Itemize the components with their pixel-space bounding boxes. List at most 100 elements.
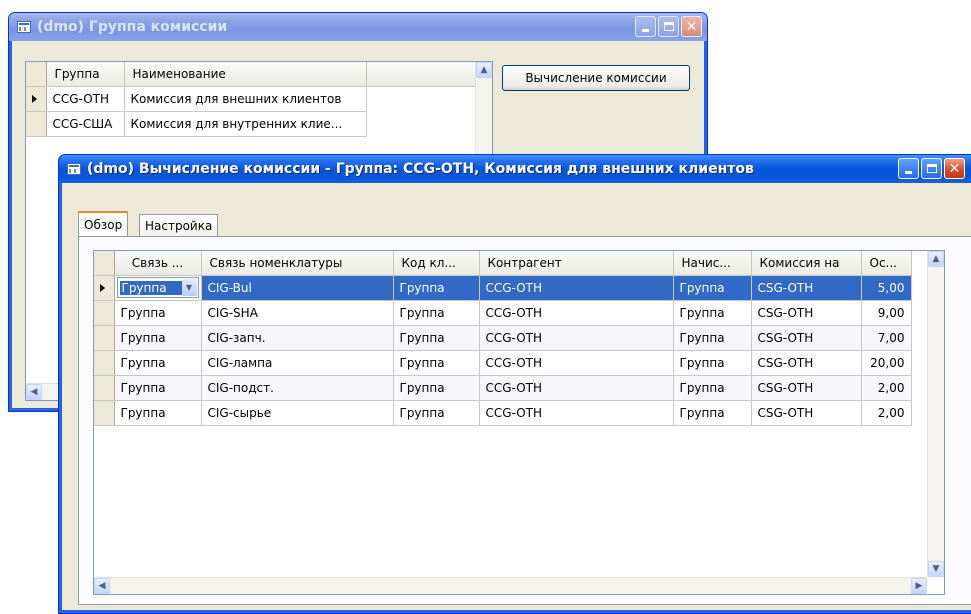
- maximize-button[interactable]: [921, 158, 942, 179]
- column-header-accrual[interactable]: Начис...: [673, 251, 752, 276]
- cell-customer-code[interactable]: Группа: [393, 350, 480, 376]
- cell-customer-code[interactable]: Группа: [393, 325, 480, 351]
- cell-counterparty[interactable]: CCG-OTH: [479, 350, 674, 376]
- cell-value[interactable]: 9,00: [861, 300, 912, 326]
- column-header-commission-on[interactable]: Комиссия на: [751, 251, 862, 276]
- minimize-icon: [905, 171, 912, 174]
- maximize-button[interactable]: [658, 16, 679, 37]
- close-button[interactable]: ✕: [681, 16, 702, 37]
- table-row[interactable]: Группа CIG-запч. Группа CCG-OTH Группа C…: [94, 325, 912, 351]
- cell-accrual[interactable]: Группа: [673, 275, 752, 301]
- table-row[interactable]: Группа ▼ CIG-Bul Группа CCG-OTH Группа C…: [94, 275, 912, 301]
- row-selector[interactable]: [94, 350, 115, 376]
- minimize-icon: [642, 29, 649, 32]
- scroll-left-button[interactable]: ◀: [26, 384, 42, 400]
- cell-value[interactable]: 5,00: [861, 275, 912, 301]
- row-selector[interactable]: [26, 111, 47, 137]
- column-header-value[interactable]: Ос...: [861, 251, 912, 276]
- row-selector[interactable]: [94, 325, 115, 351]
- table-row[interactable]: Группа CIG-подст. Группа CCG-OTH Группа …: [94, 375, 912, 401]
- table-row[interactable]: Группа CIG-лампа Группа CCG-OTH Группа C…: [94, 350, 912, 376]
- table-row[interactable]: Группа CIG-сырье Группа CCG-OTH Группа C…: [94, 400, 912, 426]
- cell-link-combo[interactable]: Группа ▼: [114, 275, 202, 301]
- cell-counterparty[interactable]: CCG-OTH: [479, 300, 674, 326]
- row-selector[interactable]: [94, 275, 115, 301]
- cell-item-link[interactable]: CIG-сырье: [201, 400, 394, 426]
- column-header-counterparty[interactable]: Контрагент: [479, 251, 674, 276]
- row-selector[interactable]: [94, 375, 115, 401]
- scroll-left-button[interactable]: ◀: [94, 578, 110, 594]
- cell-commission-on[interactable]: CSG-OTH: [751, 375, 862, 401]
- cell-value[interactable]: 2,00: [861, 400, 912, 426]
- cell-accrual[interactable]: Группа: [673, 300, 752, 326]
- window-title: (dmo) Вычисление комиссии - Группа: CCG-…: [87, 161, 754, 177]
- row-selector[interactable]: [94, 400, 115, 426]
- cell-customer-code[interactable]: Группа: [393, 400, 480, 426]
- column-header-name[interactable]: Наименование: [124, 62, 367, 87]
- link-combo-value: Группа: [119, 280, 182, 295]
- cell-value[interactable]: 2,00: [861, 375, 912, 401]
- column-header-group[interactable]: Группа: [46, 62, 125, 87]
- tab-settings[interactable]: Настройка: [139, 214, 219, 236]
- scroll-up-button[interactable]: ▲: [476, 62, 492, 78]
- close-button[interactable]: ✕: [944, 158, 965, 179]
- cell-item-link[interactable]: CIG-запч.: [201, 325, 394, 351]
- cell-commission-on[interactable]: CSG-OTH: [751, 300, 862, 326]
- cell-group[interactable]: CCG-OTH: [46, 86, 125, 112]
- commission-calculation-titlebar[interactable]: (dmo) Вычисление комиссии - Группа: CCG-…: [59, 155, 971, 183]
- cell-value[interactable]: 7,00: [861, 325, 912, 351]
- cell-commission-on[interactable]: CSG-OTH: [751, 350, 862, 376]
- table-row[interactable]: Группа CIG-SHA Группа CCG-OTH Группа CSG…: [94, 300, 912, 326]
- commission-calculation-grid[interactable]: Связь ... Связь номенклатуры Код кл... К…: [93, 250, 945, 595]
- minimize-button[interactable]: [635, 16, 656, 37]
- scroll-up-button[interactable]: ▲: [928, 251, 944, 267]
- maximize-icon: [663, 22, 674, 31]
- column-header-link[interactable]: Связь ...: [114, 251, 202, 276]
- cell-value[interactable]: 20,00: [861, 350, 912, 376]
- cell-accrual[interactable]: Группа: [673, 375, 752, 401]
- table-row[interactable]: CCG-США Комиссия для внутренних клие...: [26, 111, 476, 137]
- table-row[interactable]: CCG-OTH Комиссия для внешних клиентов: [26, 86, 476, 112]
- cell-customer-code[interactable]: Группа: [393, 375, 480, 401]
- cell-link[interactable]: Группа: [114, 350, 202, 376]
- cell-counterparty[interactable]: CCG-OTH: [479, 375, 674, 401]
- cell-counterparty[interactable]: CCG-OTH: [479, 400, 674, 426]
- minimize-button[interactable]: [898, 158, 919, 179]
- row-selector[interactable]: [94, 300, 115, 326]
- cell-customer-code[interactable]: Группа: [393, 300, 480, 326]
- cell-item-link[interactable]: CIG-Bul: [201, 275, 394, 301]
- tab-overview[interactable]: Обзор: [78, 211, 129, 236]
- cell-link[interactable]: Группа: [114, 300, 202, 326]
- cell-commission-on[interactable]: CSG-OTH: [751, 325, 862, 351]
- cell-accrual[interactable]: Группа: [673, 400, 752, 426]
- scroll-down-button[interactable]: ▼: [928, 561, 944, 577]
- cell-name[interactable]: Комиссия для внешних клиентов: [124, 86, 367, 112]
- scroll-right-button[interactable]: ▶: [911, 578, 927, 594]
- cell-link[interactable]: Группа: [114, 325, 202, 351]
- column-header-customer-code[interactable]: Код кл...: [393, 251, 480, 276]
- row-selector[interactable]: [26, 86, 47, 112]
- link-combo-box[interactable]: Группа ▼: [116, 277, 199, 298]
- cell-customer-code[interactable]: Группа: [393, 275, 480, 301]
- calculate-commission-button[interactable]: Вычисление комиссии: [502, 65, 690, 91]
- cell-counterparty[interactable]: CCG-OTH: [479, 325, 674, 351]
- cell-accrual[interactable]: Группа: [673, 350, 752, 376]
- commission-group-titlebar[interactable]: (dmo) Группа комиссии ✕: [9, 13, 707, 41]
- cell-commission-on[interactable]: CSG-OTH: [751, 400, 862, 426]
- cell-link[interactable]: Группа: [114, 375, 202, 401]
- cell-item-link[interactable]: CIG-подст.: [201, 375, 394, 401]
- cell-item-link[interactable]: CIG-SHA: [201, 300, 394, 326]
- cell-item-link[interactable]: CIG-лампа: [201, 350, 394, 376]
- row-selector-header: [26, 62, 47, 87]
- chevron-down-icon[interactable]: ▼: [181, 279, 197, 296]
- window-title: (dmo) Группа комиссии: [37, 19, 228, 35]
- cell-name[interactable]: Комиссия для внутренних клие...: [124, 111, 367, 137]
- horizontal-scrollbar[interactable]: ◀ ▶: [94, 577, 927, 594]
- cell-counterparty[interactable]: CCG-OTH: [479, 275, 674, 301]
- vertical-scrollbar[interactable]: ▲ ▼: [927, 251, 944, 577]
- cell-link[interactable]: Группа: [114, 400, 202, 426]
- column-header-item-link[interactable]: Связь номенклатуры: [201, 251, 394, 276]
- cell-commission-on[interactable]: CSG-OTH: [751, 275, 862, 301]
- cell-accrual[interactable]: Группа: [673, 325, 752, 351]
- cell-group[interactable]: CCG-США: [46, 111, 125, 137]
